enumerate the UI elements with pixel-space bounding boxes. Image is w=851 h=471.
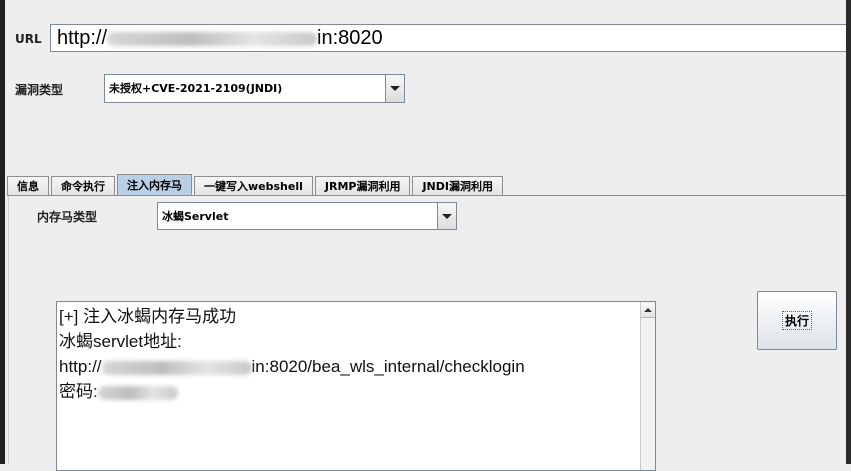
tab-bar: 信息 命令执行 注入内存马 一键写入webshell JRMP漏洞利用 JNDI… xyxy=(7,174,505,196)
chevron-down-icon[interactable] xyxy=(437,203,456,229)
memshell-type-value: 冰蝎Servlet xyxy=(162,210,229,223)
tab-write-webshell[interactable]: 一键写入webshell xyxy=(194,176,313,195)
redacted-password xyxy=(97,385,178,400)
arrow-up-icon[interactable] xyxy=(641,302,655,318)
servlet-url-suffix: in:8020/bea_wls_internal/checklogin xyxy=(251,357,525,376)
url-suffix: in:8020 xyxy=(317,27,383,49)
password-prefix: 密码: xyxy=(59,382,98,401)
chevron-down-icon[interactable] xyxy=(385,75,404,102)
desktop-edge-right xyxy=(846,0,851,464)
output-text: [+] 注入冰蝎内存马成功 冰蝎servlet地址: http:// in:802… xyxy=(59,304,639,404)
tab-command-exec[interactable]: 命令执行 xyxy=(51,176,115,195)
output-line: http:// in:8020/bea_wls_internal/checklog… xyxy=(59,354,639,379)
vuln-type-value: 未授权+CVE-2021-2109(JNDI) xyxy=(109,82,283,95)
tab-info[interactable]: 信息 xyxy=(7,176,49,195)
output-line: 冰蝎servlet地址: xyxy=(59,332,182,351)
vuln-type-select[interactable]: 未授权+CVE-2021-2109(JNDI) xyxy=(104,74,405,103)
output-textarea[interactable]: [+] 注入冰蝎内存马成功 冰蝎servlet地址: http:// in:802… xyxy=(56,301,656,471)
execute-label: 执行 xyxy=(781,311,812,330)
url-input[interactable]: http:// in:8020 xyxy=(50,24,850,52)
vuln-type-label: 漏洞类型 xyxy=(15,83,64,97)
memshell-type-select[interactable]: 冰蝎Servlet xyxy=(157,202,457,230)
servlet-url-prefix: http:// xyxy=(59,357,102,376)
memshell-type-label: 内存马类型 xyxy=(37,210,98,224)
output-line: [+] 注入冰蝎内存马成功 xyxy=(59,307,237,326)
redacted-host xyxy=(101,360,252,375)
url-prefix: http:// xyxy=(57,27,108,49)
redacted-host xyxy=(107,31,318,46)
tab-jrmp-exploit[interactable]: JRMP漏洞利用 xyxy=(314,176,411,195)
tab-inject-memshell[interactable]: 注入内存马 xyxy=(117,174,192,195)
tab-jndi-exploit[interactable]: JNDI漏洞利用 xyxy=(412,176,503,195)
vertical-scrollbar[interactable] xyxy=(640,302,655,470)
url-label: URL xyxy=(15,32,42,46)
output-line: 密码: xyxy=(59,379,639,404)
execute-button[interactable]: 执行 xyxy=(757,291,837,350)
